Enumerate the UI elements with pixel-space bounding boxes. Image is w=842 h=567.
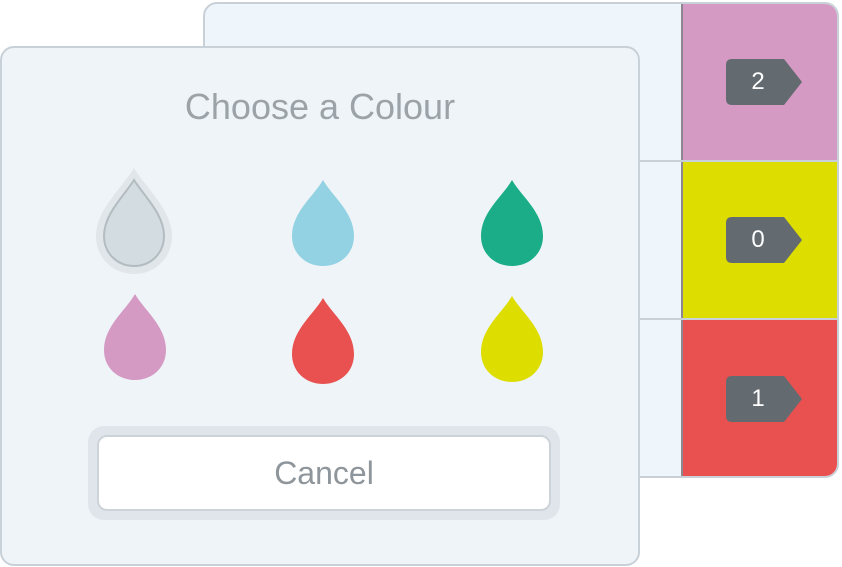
color-cell-red[interactable]: 1 <box>681 320 837 476</box>
cancel-button[interactable]: Cancel <box>97 435 551 511</box>
count-tag: 1 <box>726 376 802 422</box>
count-label: 1 <box>751 385 765 412</box>
swatch-pink[interactable] <box>102 292 168 382</box>
count-label: 2 <box>751 68 765 95</box>
swatch-blue[interactable] <box>290 178 356 268</box>
count-label: 0 <box>751 226 765 253</box>
swatch-grey-selected[interactable] <box>94 166 174 276</box>
choose-colour-dialog: Choose a Colour Cancel <box>0 46 640 566</box>
color-cell-pink[interactable]: 2 <box>681 4 837 160</box>
dialog-title: Choose a Colour <box>184 86 456 127</box>
count-tag: 0 <box>726 217 802 263</box>
color-cell-yellow[interactable]: 0 <box>681 162 837 318</box>
swatch-yellow[interactable] <box>479 294 545 384</box>
swatch-green[interactable] <box>479 178 545 268</box>
swatch-red[interactable] <box>290 296 356 386</box>
cancel-button-frame: Cancel <box>88 426 560 520</box>
count-tag: 2 <box>726 59 802 105</box>
